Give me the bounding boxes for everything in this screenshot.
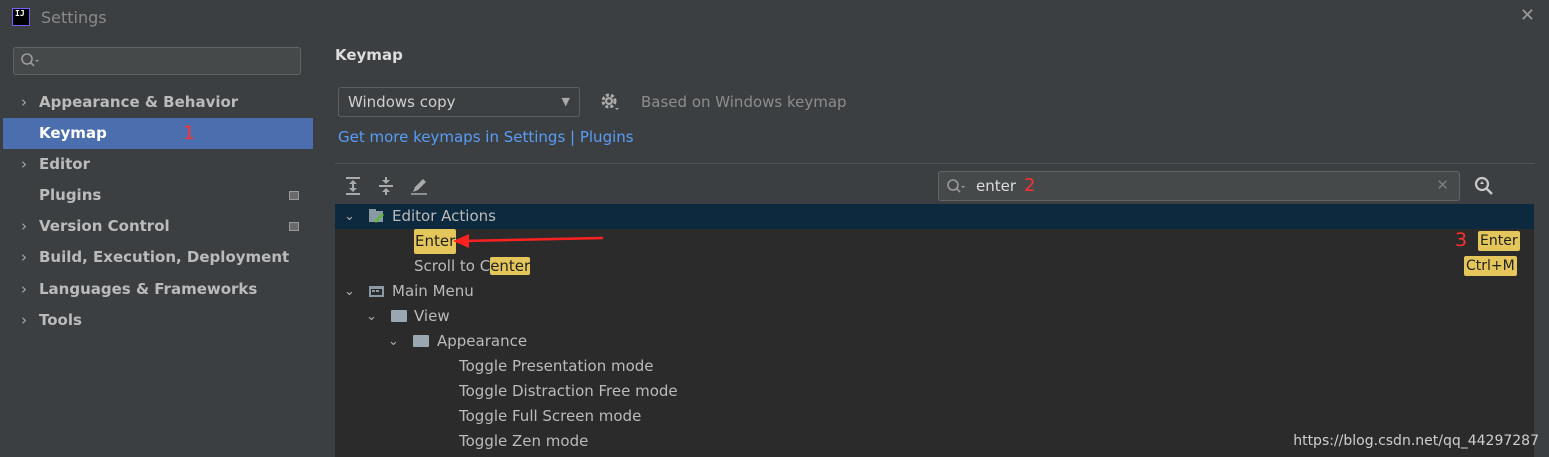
tree-row-main-menu[interactable]: ⌄ Main Menu xyxy=(335,279,1534,304)
tree-row-label: Main Menu xyxy=(392,282,474,300)
keymap-panel: Keymap Windows copy ▼ Based on Windows k… xyxy=(313,34,1549,457)
divider xyxy=(335,163,1535,164)
sidebar-item-keymap[interactable]: Keymap 1 xyxy=(3,118,313,149)
sidebar-item-appearance-behavior[interactable]: › Appearance & Behavior xyxy=(3,87,313,118)
sidebar-item-label: Build, Execution, Deployment xyxy=(39,248,290,266)
actions-tree: ⌄ Editor Actions Enter 3 Enter Scroll to… xyxy=(335,204,1534,457)
folder-icon xyxy=(413,335,429,347)
chevron-down-icon: ⌄ xyxy=(344,284,355,299)
page-title: Keymap xyxy=(335,46,403,64)
search-icon xyxy=(21,53,39,67)
chevron-right-icon: › xyxy=(21,311,27,329)
label-prefix: Scroll to C xyxy=(414,257,491,275)
shortcut-badge: Enter xyxy=(1478,231,1520,251)
sidebar-item-build-execution-deployment[interactable]: › Build, Execution, Deployment xyxy=(3,242,313,273)
sidebar-item-label: Editor xyxy=(39,155,90,173)
project-settings-icon xyxy=(289,222,299,231)
shortcut-badge: Ctrl+M xyxy=(1464,256,1517,276)
tree-row-label: Toggle Full Screen mode xyxy=(459,407,642,425)
watermark-text: https://blog.csdn.net/qq_44297287 xyxy=(1293,433,1539,449)
tree-row-view[interactable]: ⌄ View xyxy=(335,304,1534,329)
annotation-marker: 2 xyxy=(1024,175,1036,196)
tree-row-label: View xyxy=(414,307,450,325)
keymap-dropdown[interactable]: Windows copy ▼ xyxy=(338,87,580,117)
tree-row-toggle-presentation[interactable]: Toggle Presentation mode xyxy=(335,354,1534,379)
tree-row-scroll-to-center[interactable]: Scroll to Center Ctrl+M xyxy=(335,254,1534,279)
search-value: enter xyxy=(976,177,1017,195)
chevron-right-icon: › xyxy=(21,280,27,298)
tree-row-enter[interactable]: Enter 3 Enter xyxy=(335,229,1534,254)
expand-all-icon[interactable] xyxy=(343,176,363,196)
tree-row-label: Editor Actions xyxy=(392,207,496,225)
settings-search-input[interactable] xyxy=(13,47,301,75)
edit-shortcut-icon[interactable] xyxy=(409,176,429,196)
window-title: Settings xyxy=(41,8,107,27)
sidebar-item-tools[interactable]: › Tools xyxy=(3,305,313,336)
sidebar-item-label: Keymap xyxy=(39,124,107,142)
annotation-marker: 1 xyxy=(183,122,196,144)
tree-row-label: Toggle Distraction Free mode xyxy=(459,382,678,400)
settings-sidebar: › Appearance & Behavior Keymap 1 › Edito… xyxy=(0,34,313,457)
sidebar-item-editor[interactable]: › Editor xyxy=(3,149,313,180)
tree-row-label: Toggle Presentation mode xyxy=(459,357,654,375)
editor-actions-icon xyxy=(369,209,384,223)
action-search-input[interactable]: enter 2 ✕ xyxy=(938,171,1460,201)
tree-row-label: Enter xyxy=(414,229,457,254)
chevron-down-icon: ▼ xyxy=(561,95,570,108)
tree-row-label: Scroll to Center xyxy=(414,254,531,279)
search-icon xyxy=(947,179,965,193)
tree-row-toggle-full-screen[interactable]: Toggle Full Screen mode xyxy=(335,404,1534,429)
chevron-down-icon: ⌄ xyxy=(366,309,377,324)
annotation-marker: 3 xyxy=(1455,229,1468,251)
clear-icon[interactable]: ✕ xyxy=(1436,176,1449,194)
chevron-right-icon: › xyxy=(21,217,27,235)
keymap-dropdown-value: Windows copy xyxy=(348,93,456,111)
chevron-right-icon: › xyxy=(21,93,27,111)
search-field-text: enter 2 xyxy=(976,175,1035,196)
sidebar-item-label: Plugins xyxy=(39,186,102,204)
sidebar-item-label: Version Control xyxy=(39,217,170,235)
tree-row-editor-actions[interactable]: ⌄ Editor Actions xyxy=(335,204,1534,229)
chevron-right-icon: › xyxy=(21,155,27,173)
intellij-icon: IJ xyxy=(12,8,30,26)
project-settings-icon xyxy=(289,191,299,200)
sidebar-item-label: Languages & Frameworks xyxy=(39,280,258,298)
sidebar-item-plugins[interactable]: Plugins xyxy=(3,180,313,211)
tree-row-toggle-distraction-free[interactable]: Toggle Distraction Free mode xyxy=(335,379,1534,404)
tree-row-label: Toggle Zen mode xyxy=(459,432,589,450)
chevron-down-icon: ⌄ xyxy=(344,209,355,224)
based-on-label: Based on Windows keymap xyxy=(641,93,847,111)
arrow-annotation-icon xyxy=(453,234,604,248)
collapse-all-icon[interactable] xyxy=(376,176,396,196)
sidebar-item-label: Appearance & Behavior xyxy=(39,93,239,111)
gear-icon[interactable] xyxy=(600,92,620,112)
label-highlight: enter xyxy=(490,257,531,275)
sidebar-item-version-control[interactable]: › Version Control xyxy=(3,211,313,242)
title-bar: IJ Settings ✕ xyxy=(0,0,1549,34)
sidebar-item-languages-frameworks[interactable]: › Languages & Frameworks xyxy=(3,274,313,305)
sidebar-item-label: Tools xyxy=(39,311,82,329)
get-more-keymaps-link[interactable]: Get more keymaps in Settings | Plugins xyxy=(338,128,634,146)
find-by-shortcut-icon[interactable] xyxy=(1472,175,1496,199)
main-menu-icon xyxy=(369,286,384,297)
chevron-down-icon: ⌄ xyxy=(388,334,399,349)
chevron-right-icon: › xyxy=(21,248,27,266)
tree-row-appearance[interactable]: ⌄ Appearance xyxy=(335,329,1534,354)
folder-icon xyxy=(391,310,407,322)
tree-row-label: Appearance xyxy=(437,332,528,350)
close-icon[interactable]: ✕ xyxy=(1520,5,1535,26)
